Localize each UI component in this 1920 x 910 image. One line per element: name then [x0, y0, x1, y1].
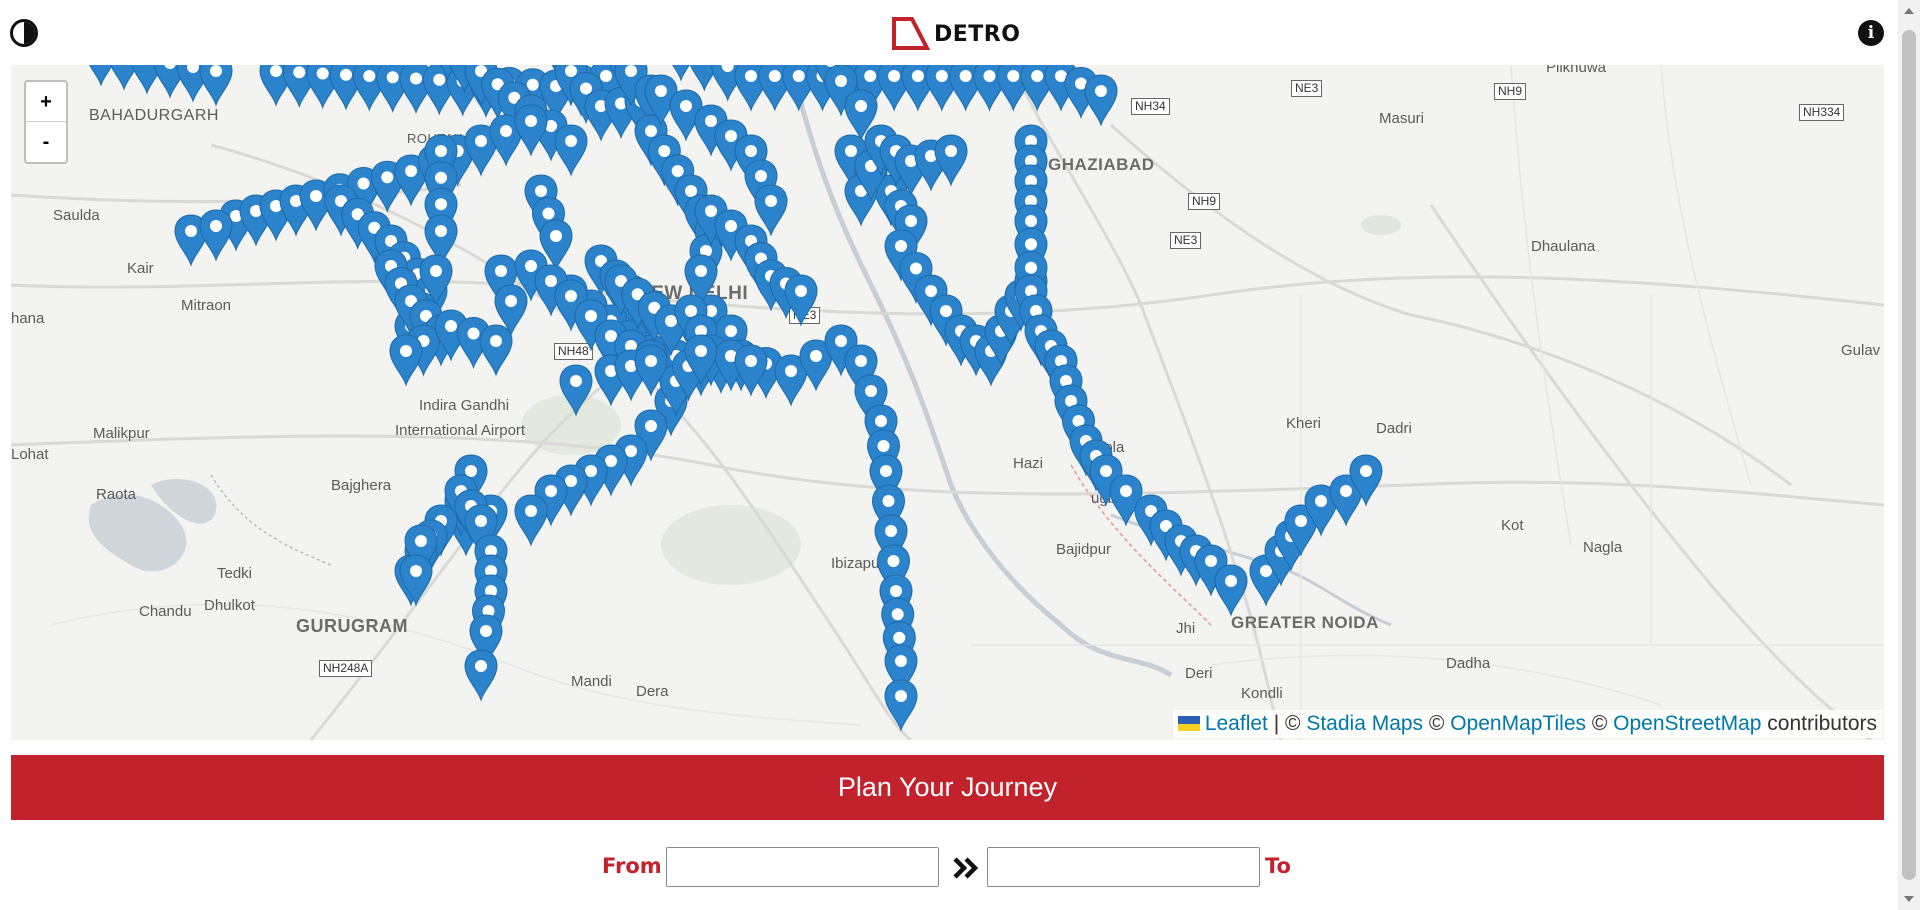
zoom-out-button[interactable]: -: [26, 122, 66, 162]
station-marker-icon[interactable]: [1084, 74, 1118, 127]
station-marker-icon[interactable]: [389, 334, 423, 387]
leaflet-link[interactable]: Leaflet: [1205, 712, 1268, 735]
station-marker-icon[interactable]: [514, 494, 548, 547]
attribution-separator: ©: [1423, 712, 1451, 735]
brand[interactable]: DETRO: [890, 16, 1020, 52]
to-input[interactable]: [987, 847, 1260, 887]
openmaptiles-link[interactable]: OpenMapTiles: [1450, 712, 1586, 735]
station-marker-icon[interactable]: [784, 274, 818, 327]
zoom-control: + -: [24, 80, 68, 164]
station-marker-icon[interactable]: [554, 124, 588, 177]
attribution-suffix: contributors: [1761, 712, 1877, 735]
info-icon[interactable]: i: [1858, 20, 1884, 46]
ukraine-flag-icon: [1177, 716, 1200, 731]
station-marker-icon[interactable]: [884, 679, 918, 732]
station-marker-icon[interactable]: [514, 104, 548, 157]
page-scrollbar[interactable]: [1898, 0, 1920, 910]
double-chevron-right-icon[interactable]: [952, 856, 980, 880]
station-marker-icon[interactable]: [199, 209, 233, 262]
attribution-separator: | ©: [1267, 712, 1307, 735]
from-label: From: [602, 854, 662, 878]
station-marker-icon[interactable]: [559, 364, 593, 417]
app-title: DETRO: [934, 21, 1021, 47]
detro-logo-icon: [892, 17, 930, 50]
station-marker-icon[interactable]: [934, 134, 968, 187]
scroll-up-icon[interactable]: [1904, 8, 1914, 14]
app-header: DETRO i: [0, 0, 1898, 64]
contrast-icon[interactable]: [10, 19, 38, 47]
station-marker-icon[interactable]: [399, 554, 433, 607]
station-marker-icon[interactable]: [464, 649, 498, 702]
to-label: To: [1265, 854, 1291, 878]
plan-journey-banner: Plan Your Journey: [11, 755, 1884, 820]
station-marker-icon[interactable]: [479, 324, 513, 377]
scrollbar-thumb[interactable]: [1902, 30, 1916, 880]
station-marker-icon[interactable]: [199, 65, 233, 107]
station-marker-icon[interactable]: [1214, 564, 1248, 617]
map-attribution: Leaflet | © Stadia Maps © OpenMapTiles ©…: [1172, 710, 1882, 738]
openstreetmap-link[interactable]: OpenStreetMap: [1613, 712, 1761, 735]
stadia-link[interactable]: Stadia Maps: [1306, 712, 1423, 735]
metro-map[interactable]: BAHADURGARH ROHTAK ROAD Saulda Kair Mitr…: [11, 65, 1884, 740]
station-markers[interactable]: [11, 65, 1884, 740]
scroll-down-icon[interactable]: [1904, 896, 1914, 902]
zoom-in-button[interactable]: +: [26, 82, 66, 122]
attribution-separator: ©: [1586, 712, 1614, 735]
from-input[interactable]: [666, 847, 939, 887]
